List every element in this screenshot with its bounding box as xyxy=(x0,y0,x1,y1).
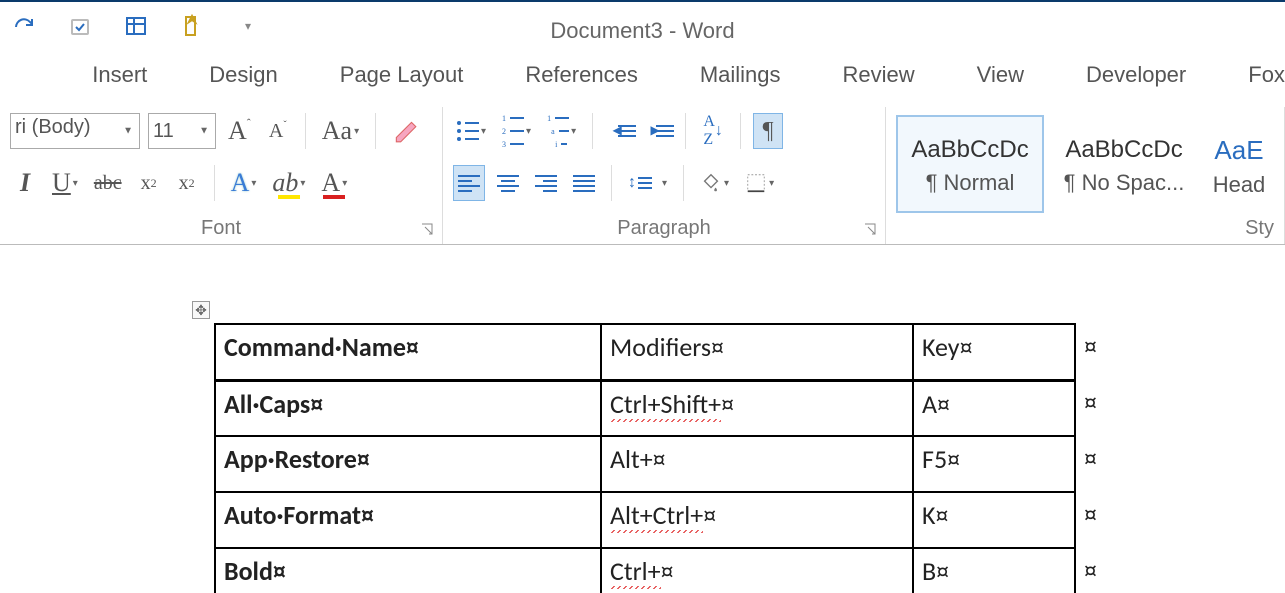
strikethrough-button[interactable]: abc xyxy=(90,165,126,201)
group-label-styles: Sty xyxy=(1245,217,1274,240)
row-end-mark: ¤ xyxy=(1075,380,1106,436)
shading-button[interactable]: ▾ xyxy=(696,165,733,201)
group-label-paragraph: Paragraph xyxy=(617,217,710,240)
underline-button[interactable]: U▾ xyxy=(48,165,82,201)
line-spacing-button[interactable]: ↕ ▾ xyxy=(624,165,671,201)
sort-button[interactable]: AZ↓ xyxy=(698,113,728,149)
table-header-row: Command·Name¤ Modifiers¤ Key¤ ¤ xyxy=(215,324,1106,380)
cell-key[interactable]: B¤ xyxy=(913,548,1075,593)
table-row: Bold¤ Ctrl+¤ B¤ ¤ xyxy=(215,548,1106,593)
tab-mailings[interactable]: Mailings xyxy=(684,56,797,94)
shrink-font-button[interactable]: Aˇ xyxy=(263,113,293,149)
qat-customize-icon[interactable]: ▾ xyxy=(234,12,262,40)
table-header-key[interactable]: Key¤ xyxy=(913,324,1075,380)
font-family-value: ri (Body) xyxy=(15,116,91,138)
clear-formatting-button[interactable] xyxy=(388,113,422,149)
cell-modifiers[interactable]: Ctrl+Shift+¤ xyxy=(601,380,913,436)
style-sample: AaE xyxy=(1214,135,1263,166)
table-icon[interactable] xyxy=(122,12,150,40)
style-normal[interactable]: AaBbCcDc ¶ Normal xyxy=(896,115,1044,213)
tab-developer[interactable]: Developer xyxy=(1070,56,1202,94)
cell-command[interactable]: Bold¤ xyxy=(215,548,601,593)
chevron-down-icon: ▼ xyxy=(123,126,133,137)
tab-page-layout[interactable]: Page Layout xyxy=(324,56,480,94)
window-title: Document3 - Word xyxy=(550,18,734,44)
cell-command[interactable]: All·Caps¤ xyxy=(215,380,601,436)
highlight-button[interactable]: ab▾ xyxy=(268,165,309,201)
align-left-button[interactable] xyxy=(453,165,485,201)
borders-button[interactable]: ▾ xyxy=(741,165,778,201)
tab-design[interactable]: Design xyxy=(193,56,293,94)
cell-modifiers[interactable]: Ctrl+¤ xyxy=(601,548,913,593)
cell-key[interactable]: A¤ xyxy=(913,380,1075,436)
cell-command[interactable]: Auto·Format¤ xyxy=(215,492,601,548)
row-end-mark: ¤ xyxy=(1075,492,1106,548)
paragraph-dialog-launcher[interactable] xyxy=(863,222,877,236)
change-case-button[interactable]: Aa▾ xyxy=(318,113,363,149)
chevron-down-icon: ▼ xyxy=(199,126,209,137)
tab-view[interactable]: View xyxy=(961,56,1040,94)
macro-icon[interactable] xyxy=(178,12,206,40)
grow-font-button[interactable]: Aˆ xyxy=(224,113,255,149)
redo-icon[interactable] xyxy=(10,12,38,40)
tab-review[interactable]: Review xyxy=(827,56,931,94)
style-name: ¶ Normal xyxy=(926,170,1015,196)
font-family-combo[interactable]: ri (Body) ▼ xyxy=(10,113,140,149)
decrease-indent-button[interactable]: ◀ xyxy=(605,113,635,149)
text-effects-button[interactable]: A▾ xyxy=(227,165,261,201)
increase-indent-button[interactable]: ▶ xyxy=(643,113,673,149)
italic-button[interactable]: I xyxy=(10,165,40,201)
row-end-mark: ¤ xyxy=(1075,548,1106,593)
group-label-font: Font xyxy=(201,217,241,240)
font-size-combo[interactable]: 11 ▼ xyxy=(148,113,216,149)
tab-foxit[interactable]: Foxit xyxy=(1232,56,1285,94)
style-name: ¶ No Spac... xyxy=(1064,170,1185,196)
tab-references[interactable]: References xyxy=(509,56,654,94)
tab-file[interactable]: e xyxy=(0,56,46,94)
table-header-command[interactable]: Command·Name¤ xyxy=(215,324,601,380)
row-end-mark: ¤ xyxy=(1075,436,1106,492)
numbering-button[interactable]: 123▾ xyxy=(498,113,535,149)
bullets-button[interactable]: ▾ xyxy=(453,113,490,149)
style-name: Head xyxy=(1213,172,1266,198)
style-sample: AaBbCcDc xyxy=(1065,136,1182,164)
font-size-value: 11 xyxy=(153,120,174,143)
cell-command[interactable]: App·Restore¤ xyxy=(215,436,601,492)
align-right-button[interactable] xyxy=(531,165,561,201)
table-row: App·Restore¤ Alt+¤ F5¤ ¤ xyxy=(215,436,1106,492)
group-styles: AaBbCcDc ¶ Normal AaBbCcDc ¶ No Spac... … xyxy=(886,107,1285,244)
multilevel-list-button[interactable]: 1ai▾ xyxy=(543,113,580,149)
row-end-mark: ¤ xyxy=(1075,324,1106,380)
superscript-button[interactable]: x2 xyxy=(172,165,202,201)
tab-insert[interactable]: Insert xyxy=(76,56,163,94)
cell-modifiers[interactable]: Alt+¤ xyxy=(601,436,913,492)
align-center-button[interactable] xyxy=(493,165,523,201)
group-paragraph: ▾ 123▾ 1ai▾ ◀ ▶ AZ↓ ¶ xyxy=(443,107,886,244)
command-table: Command·Name¤ Modifiers¤ Key¤ ¤ All·Caps… xyxy=(214,323,1107,593)
table-move-handle-icon[interactable]: ✥ xyxy=(192,301,210,319)
show-hide-button[interactable]: ¶ xyxy=(753,113,783,149)
table-row: Auto·Format¤ Alt+Ctrl+¤ K¤ ¤ xyxy=(215,492,1106,548)
style-sample: AaBbCcDc xyxy=(911,136,1028,164)
font-dialog-launcher[interactable] xyxy=(420,222,434,236)
justify-button[interactable] xyxy=(569,165,599,201)
cell-modifiers[interactable]: Alt+Ctrl+¤ xyxy=(601,492,913,548)
cell-key[interactable]: K¤ xyxy=(913,492,1075,548)
style-heading1[interactable]: AaE Head xyxy=(1204,115,1274,213)
table-row: All·Caps¤ Ctrl+Shift+¤ A¤ ¤ xyxy=(215,380,1106,436)
table-header-modifiers[interactable]: Modifiers¤ xyxy=(601,324,913,380)
style-no-spacing[interactable]: AaBbCcDc ¶ No Spac... xyxy=(1050,115,1198,213)
group-font: ri (Body) ▼ 11 ▼ Aˆ Aˇ Aa▾ I U▾ abc x2 x… xyxy=(0,107,443,244)
document-area[interactable]: ✥ Command·Name¤ Modifiers¤ Key¤ ¤ All·Ca… xyxy=(0,295,1285,593)
ribbon-tabs: e Insert Design Page Layout References M… xyxy=(0,53,1285,97)
subscript-button[interactable]: x2 xyxy=(134,165,164,201)
cell-key[interactable]: F5¤ xyxy=(913,436,1075,492)
check-icon[interactable] xyxy=(66,12,94,40)
font-color-button[interactable]: A▾ xyxy=(317,165,351,201)
